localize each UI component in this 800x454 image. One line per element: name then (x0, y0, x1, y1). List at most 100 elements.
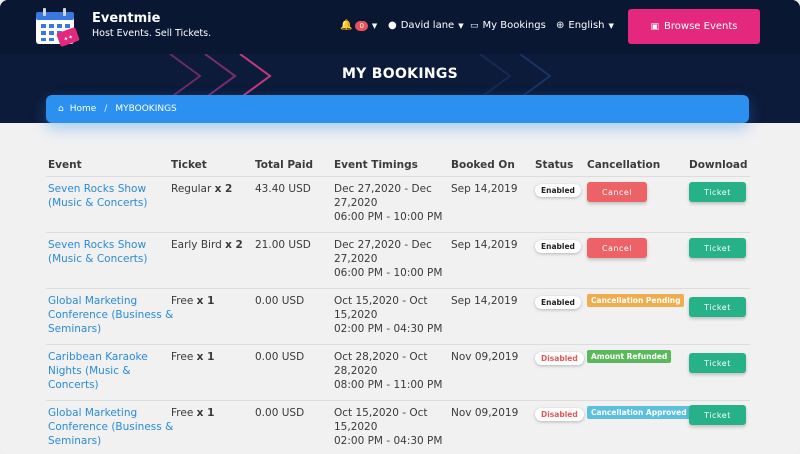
cancellation-status-badge: Cancellation Pending (587, 294, 685, 307)
user-menu[interactable]: ● David lane ▼ (388, 20, 464, 31)
table-row: Caribbean Karaoke Nights (Music & Concer… (46, 344, 750, 400)
download-ticket-button[interactable]: Ticket (689, 353, 746, 373)
header-download: Download (689, 159, 748, 171)
ticket-qty: x 1 (196, 407, 215, 419)
event-name-line: Global Marketing (48, 295, 138, 307)
chevron-down-icon: ▼ (608, 21, 614, 30)
chevron-down-icon: ▼ (371, 21, 378, 30)
ticket-qty: x 1 (196, 295, 215, 307)
notifications-menu[interactable]: 🔔 0 ▼ (340, 20, 377, 31)
download-ticket-button[interactable]: Ticket (689, 182, 746, 202)
language-menu[interactable]: ⊕ English ▼ (556, 20, 614, 31)
user-name: David lane (400, 20, 455, 31)
event-name-line: Concerts) (48, 379, 99, 391)
event-link[interactable]: Seven Rocks Show (Music & Concerts) (48, 238, 147, 266)
timing-line: 02:00 PM - 04:30 PM (334, 323, 443, 335)
calendar-logo-icon: ✦✦ (36, 8, 80, 47)
ticket-name: Regular (171, 183, 212, 195)
cancel-button[interactable]: Cancel (587, 238, 647, 258)
timing-line: 15,2020 (334, 421, 378, 433)
event-timings: Oct 15,2020 - Oct 15,2020 02:00 PM - 04:… (334, 294, 442, 336)
download-ticket-button[interactable]: Ticket (689, 405, 746, 425)
event-timings: Dec 27,2020 - Dec 27,2020 06:00 PM - 10:… (334, 238, 442, 280)
app-frame: ✦✦ Eventmie Host Events. Sell Tickets. 🔔… (0, 0, 800, 454)
user-icon: ● (388, 20, 397, 31)
brand-name[interactable]: Eventmie (92, 11, 160, 26)
notification-count-badge: 0 (355, 20, 368, 31)
page-title: MY BOOKINGS (341, 66, 459, 82)
table-row: Seven Rocks Show (Music & Concerts) Regu… (46, 176, 750, 232)
total-paid: 0.00 USD (255, 351, 305, 363)
download-ticket-button[interactable]: Ticket (689, 297, 746, 317)
timing-line: 15,2020 (334, 309, 378, 321)
event-name-line: Seven Rocks Show (48, 239, 147, 251)
home-icon: ⌂ (58, 104, 64, 114)
ticket-qty: x 2 (214, 183, 233, 195)
event-timings: Oct 28,2020 - Oct 28,2020 08:00 PM - 11:… (334, 350, 442, 392)
booked-on: Nov 09,2019 (451, 351, 519, 363)
cancellation-status-badge: Amount Refunded (587, 350, 672, 363)
status-badge: Disabled (535, 352, 584, 365)
timing-line: 06:00 PM - 10:00 PM (334, 267, 443, 279)
event-name-line: (Music & Concerts) (48, 253, 148, 265)
breadcrumb-home-link[interactable]: Home (70, 104, 97, 114)
header-event-timings: Event Timings (334, 159, 418, 171)
cancel-button[interactable]: Cancel (587, 182, 647, 202)
chevron-down-icon: ▼ (458, 21, 464, 30)
browse-events-button[interactable]: ▣ Browse Events (628, 9, 760, 44)
globe-icon: ⊕ (556, 20, 565, 31)
event-name-line: Global Marketing (48, 407, 138, 419)
timing-line: Oct 15,2020 - Oct (334, 295, 428, 307)
status-badge: Enabled (535, 240, 581, 253)
timing-line: 28,2020 (334, 365, 378, 377)
booked-on: Sep 14,2019 (451, 239, 518, 251)
table-row: Global Marketing Conference (Business & … (46, 400, 750, 454)
total-paid: 0.00 USD (255, 407, 305, 419)
event-name-line: Seminars) (48, 435, 102, 447)
ticket-cell: Free x 1 (171, 350, 214, 364)
header-status: Status (535, 159, 574, 171)
event-link[interactable]: Caribbean Karaoke Nights (Music & Concer… (48, 350, 148, 392)
timing-line: Oct 28,2020 - Oct (334, 351, 428, 363)
breadcrumb-current: MYBOOKINGS (115, 104, 177, 114)
event-timings: Dec 27,2020 - Dec 27,2020 06:00 PM - 10:… (334, 182, 442, 224)
event-name-line: Seminars) (48, 323, 102, 335)
status-badge: Disabled (535, 408, 584, 421)
breadcrumb: ⌂ Home / MYBOOKINGS (46, 95, 749, 123)
event-timings: Oct 15,2020 - Oct 15,2020 02:00 PM - 04:… (334, 406, 442, 448)
table-row: Seven Rocks Show (Music & Concerts) Earl… (46, 232, 750, 288)
booked-on: Sep 14,2019 (451, 183, 518, 195)
ticket-icon: ▭ (470, 20, 479, 31)
my-bookings-label: My Bookings (482, 20, 546, 31)
header-booked-on: Booked On (451, 159, 515, 171)
total-paid: 0.00 USD (255, 295, 305, 307)
total-paid: 21.00 USD (255, 239, 311, 251)
ticket-name: Free (171, 351, 194, 363)
header-total-paid: Total Paid (255, 159, 313, 171)
event-name-line: Conference (Business & (48, 421, 174, 433)
timing-line: 08:00 PM - 11:00 PM (334, 379, 443, 391)
event-link[interactable]: Global Marketing Conference (Business & … (48, 406, 173, 448)
table-row: Global Marketing Conference (Business & … (46, 288, 750, 344)
total-paid: 43.40 USD (255, 183, 311, 195)
timing-line: 06:00 PM - 10:00 PM (334, 211, 443, 223)
my-bookings-link[interactable]: ▭ My Bookings (470, 20, 546, 31)
header-ticket: Ticket (171, 159, 207, 171)
timing-line: 02:00 PM - 04:30 PM (334, 435, 443, 447)
browse-events-label: Browse Events (664, 21, 738, 32)
header-event: Event (48, 159, 82, 171)
brand-tagline: Host Events. Sell Tickets. (92, 28, 212, 39)
booked-on: Nov 09,2019 (451, 407, 519, 419)
event-link[interactable]: Seven Rocks Show (Music & Concerts) (48, 182, 147, 210)
download-ticket-button[interactable]: Ticket (689, 238, 746, 258)
ticket-name: Early Bird (171, 239, 222, 251)
event-link[interactable]: Global Marketing Conference (Business & … (48, 294, 173, 336)
bell-icon: 🔔 (340, 20, 353, 31)
timing-line: Oct 15,2020 - Oct (334, 407, 428, 419)
timing-line: Dec 27,2020 - Dec (334, 183, 432, 195)
timing-line: Dec 27,2020 - Dec (334, 239, 432, 251)
cancellation-status-badge: Cancellation Approved (587, 406, 691, 419)
ticket-cell: Regular x 2 (171, 182, 232, 196)
ticket-cell: Free x 1 (171, 406, 214, 420)
booked-on: Sep 14,2019 (451, 295, 518, 307)
